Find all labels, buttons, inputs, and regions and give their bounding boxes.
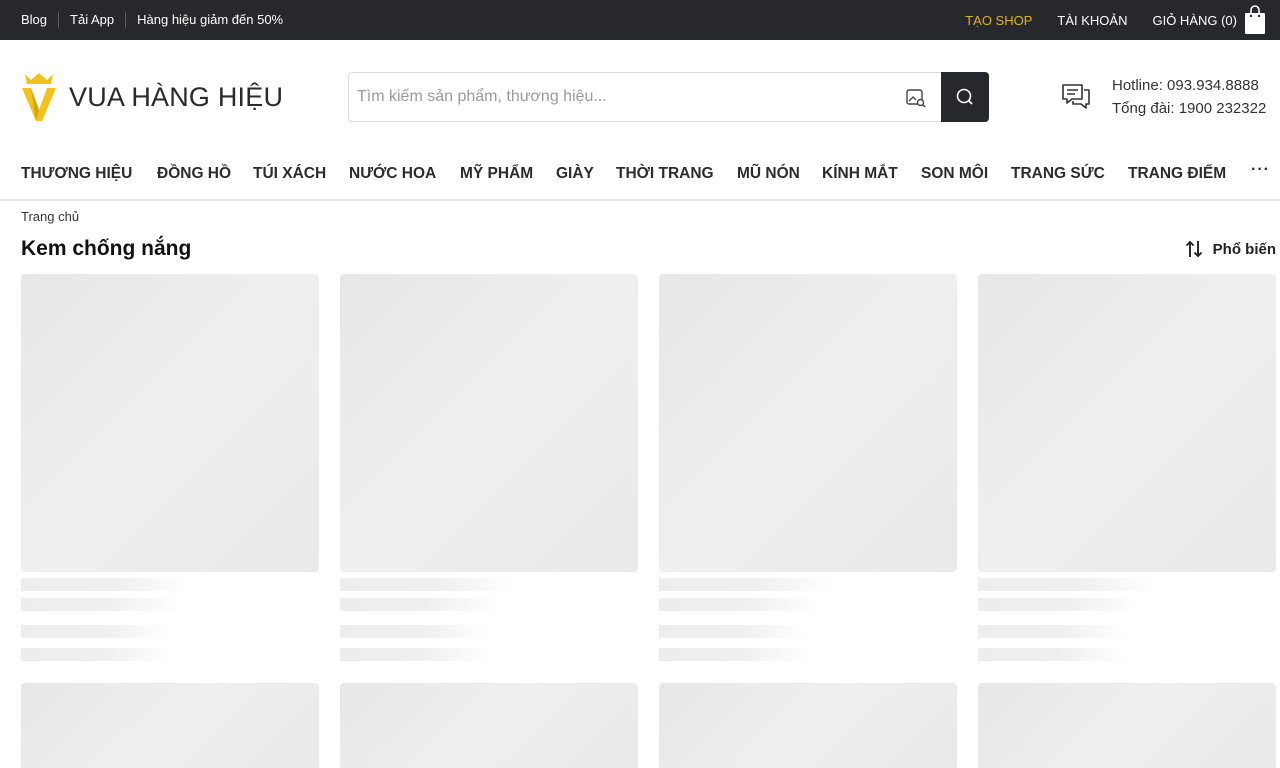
nav-item-watches[interactable]: ĐỒNG HỒ [157,165,231,183]
nav-item-fashion[interactable]: THỜI TRANG [616,165,714,183]
skeleton-line [659,648,809,661]
breadcrumb-home[interactable]: Trang chủ [21,209,79,224]
search-input[interactable] [357,73,897,121]
skeleton-line [21,625,171,638]
nav-item-shoes[interactable]: GIÀY [556,165,594,183]
top-bar: Blog Tải App Hàng hiệu giảm đến 50% TẠO … [0,0,1280,40]
product-card-placeholder [659,683,957,768]
nav-item-hats[interactable]: MŨ NÓN [737,165,800,183]
product-card-placeholder [978,683,1276,768]
product-image-placeholder [21,683,319,768]
skeleton-line [340,598,500,611]
skeleton-line [978,598,1143,611]
product-image-placeholder [340,683,638,768]
skeleton-line [978,578,1158,591]
shopping-bag-icon [1245,5,1265,34]
skeleton-line [659,578,834,591]
crown-v-logo-icon [22,73,56,121]
account-link[interactable]: TÀI KHOẢN [1057,13,1127,28]
product-card-placeholder [340,274,638,661]
sort-icon [1185,240,1202,258]
skeleton-line [21,578,191,591]
skeleton-line [340,578,515,591]
search-button[interactable] [941,72,989,122]
nav-item-perfume[interactable]: NƯỚC HOA [349,165,436,183]
product-image-placeholder [21,274,319,572]
nav-item-cosmetics[interactable]: MỸ PHẨM [460,165,533,183]
nav-item-sunglasses[interactable]: KÍNH MẮT [822,165,898,183]
nav-more-button[interactable]: ··· [1251,161,1270,179]
nav-item-bags[interactable]: TÚI XÁCH [253,165,326,183]
product-image-placeholder [978,683,1276,768]
skeleton-line [21,598,181,611]
skeleton-line [21,648,171,661]
image-search-icon[interactable] [905,87,927,109]
nav-item-makeup[interactable]: TRANG ĐIỂM [1128,165,1226,183]
blog-link[interactable]: Blog [21,12,58,28]
product-card-placeholder [978,274,1276,661]
app-link[interactable]: Tải App [58,12,125,28]
nav-item-jewelry[interactable]: TRANG SỨC [1011,165,1105,183]
product-card-placeholder [21,683,319,768]
product-image-placeholder [659,274,957,572]
product-card-placeholder [340,683,638,768]
hotline-text[interactable]: Hotline: 093.934.8888 [1112,74,1266,97]
nav-divider [0,199,1280,201]
chat-icon [1062,84,1090,109]
sort-button[interactable]: Phổ biến [1185,239,1276,259]
create-shop-link[interactable]: TẠO SHOP [965,13,1032,28]
skeleton-line [659,598,819,611]
main-nav: THƯƠNG HIỆU ĐỒNG HỒ TÚI XÁCH NƯỚC HOA MỸ… [21,161,1276,187]
breadcrumb: Trang chủ [21,209,79,224]
page-title: Kem chống nắng [21,237,192,260]
sort-label: Phổ biến [1212,240,1276,258]
nav-item-lipstick[interactable]: SON MÔI [921,165,988,183]
sale-link[interactable]: Hàng hiệu giảm đến 50% [125,12,294,28]
cart-link[interactable]: GIỎ HÀNG (0) [1152,5,1266,35]
top-bar-links: Blog Tải App Hàng hiệu giảm đến 50% [21,0,294,40]
nav-item-brands[interactable]: THƯƠNG HIỆU [21,165,132,183]
search-bar [348,72,989,122]
product-card-placeholder [21,274,319,661]
cart-label: GIỎ HÀNG (0) [1152,12,1237,28]
skeleton-line [978,648,1128,661]
skeleton-line [978,625,1128,638]
product-image-placeholder [659,683,957,768]
product-image-placeholder [340,274,638,572]
top-bar-actions: TẠO SHOP TÀI KHOẢN GIỎ HÀNG (0) [940,0,1266,40]
product-card-placeholder [659,274,957,661]
logo-text: VUA HÀNG HIỆU [69,81,284,112]
product-image-placeholder [978,274,1276,572]
search-icon [956,88,973,105]
skeleton-line [340,625,490,638]
switchboard-text[interactable]: Tổng đài: 1900 232322 [1112,97,1266,120]
skeleton-line [340,648,490,661]
skeleton-line [659,625,809,638]
site-logo[interactable]: VUA HÀNG HIỆU [21,72,283,122]
hotline-block: Hotline: 093.934.8888 Tổng đài: 1900 232… [1060,74,1266,120]
